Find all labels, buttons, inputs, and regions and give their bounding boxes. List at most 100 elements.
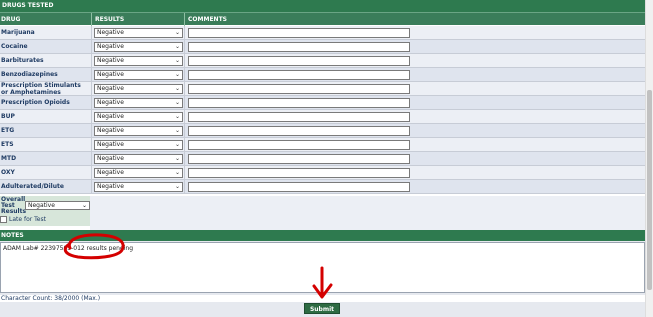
- result-select[interactable]: Negative ⌄: [94, 42, 183, 52]
- late-checkbox[interactable]: [0, 216, 7, 223]
- notes-text: ADAM Lab# 22397505-012 results pending: [3, 245, 134, 252]
- column-divider: [184, 82, 185, 96]
- chevron-down-icon: ⌄: [174, 43, 180, 50]
- result-select[interactable]: Negative ⌄: [94, 56, 183, 66]
- comment-input[interactable]: [188, 126, 410, 136]
- notes-textarea[interactable]: ADAM Lab# 22397505-012 results pending: [0, 242, 645, 293]
- column-divider: [91, 152, 92, 166]
- chevron-down-icon: ⌄: [174, 169, 180, 176]
- column-divider: [91, 96, 92, 110]
- section-title: DRUGS TESTED: [2, 2, 54, 9]
- column-divider: [91, 26, 92, 40]
- table-row: OXY Negative ⌄: [0, 166, 645, 180]
- column-divider: [91, 40, 92, 54]
- chevron-down-icon: ⌄: [174, 141, 180, 148]
- comment-input[interactable]: [188, 112, 410, 122]
- comment-input[interactable]: [188, 168, 410, 178]
- chevron-down-icon: ⌄: [81, 202, 87, 209]
- column-header-results: RESULTS: [95, 16, 125, 23]
- chevron-down-icon: ⌄: [174, 99, 180, 106]
- column-divider: [184, 54, 185, 68]
- table-row: Benzodiazepines Negative ⌄: [0, 68, 645, 82]
- result-select[interactable]: Negative ⌄: [94, 154, 183, 164]
- comment-input[interactable]: [188, 84, 410, 94]
- result-select[interactable]: Negative ⌄: [94, 182, 183, 192]
- drug-name: Barbiturates: [1, 57, 44, 64]
- table-header: DRUG RESULTS COMMENTS: [0, 12, 645, 26]
- table-row: Cocaine Negative ⌄: [0, 40, 645, 54]
- comment-input[interactable]: [188, 28, 410, 38]
- drug-name: ETS: [1, 141, 14, 148]
- chevron-down-icon: ⌄: [174, 71, 180, 78]
- overall-result-value: Negative: [28, 202, 55, 209]
- column-divider: [91, 138, 92, 152]
- chevron-down-icon: ⌄: [174, 127, 180, 134]
- result-select[interactable]: Negative ⌄: [94, 168, 183, 178]
- column-header-comments: COMMENTS: [188, 16, 227, 23]
- table-row: ETG Negative ⌄: [0, 124, 645, 138]
- scrollbar-thumb[interactable]: [647, 90, 652, 290]
- drug-name: OXY: [1, 169, 15, 176]
- overall-row-background: [90, 196, 645, 230]
- result-select[interactable]: Negative ⌄: [94, 126, 183, 136]
- column-divider: [184, 13, 185, 26]
- notes-title: NOTES: [1, 232, 24, 239]
- result-value: Negative: [97, 85, 124, 92]
- result-value: Negative: [97, 155, 124, 162]
- chevron-down-icon: ⌄: [174, 57, 180, 64]
- late-label: Late for Test: [9, 216, 46, 223]
- chevron-down-icon: ⌄: [174, 113, 180, 120]
- column-divider: [184, 40, 185, 54]
- column-divider: [184, 138, 185, 152]
- drug-name: Prescription Opioids: [1, 99, 70, 106]
- chevron-down-icon: ⌄: [174, 155, 180, 162]
- comment-input[interactable]: [188, 154, 410, 164]
- result-select[interactable]: Negative ⌄: [94, 84, 183, 94]
- result-select[interactable]: Negative ⌄: [94, 98, 183, 108]
- result-select[interactable]: Negative ⌄: [94, 28, 183, 38]
- drug-name: BUP: [1, 113, 15, 120]
- result-value: Negative: [97, 127, 124, 134]
- overall-result-select[interactable]: Negative ⌄: [25, 201, 90, 210]
- result-value: Negative: [97, 71, 124, 78]
- table-row: Prescription Opioids Negative ⌄: [0, 96, 645, 110]
- column-divider: [91, 110, 92, 124]
- table-row: BUP Negative ⌄: [0, 110, 645, 124]
- comment-input[interactable]: [188, 182, 410, 192]
- result-select[interactable]: Negative ⌄: [94, 112, 183, 122]
- table-row: MTD Negative ⌄: [0, 152, 645, 166]
- result-value: Negative: [97, 183, 124, 190]
- column-divider: [184, 26, 185, 40]
- comment-input[interactable]: [188, 70, 410, 80]
- column-divider: [91, 13, 92, 26]
- comment-input[interactable]: [188, 98, 410, 108]
- result-select[interactable]: Negative ⌄: [94, 70, 183, 80]
- drug-name: Prescription Stimulants or Amphetamines: [1, 82, 81, 96]
- result-value: Negative: [97, 57, 124, 64]
- comment-input[interactable]: [188, 42, 410, 52]
- column-divider: [91, 68, 92, 82]
- chevron-down-icon: ⌄: [174, 183, 180, 190]
- table-row: Barbiturates Negative ⌄: [0, 54, 645, 68]
- column-divider: [91, 54, 92, 68]
- drugs-tested-section-header: DRUGS TESTED: [0, 0, 645, 12]
- table-row: Prescription Stimulants or Amphetamines N…: [0, 82, 645, 96]
- drug-name: Adulterated/Dilute: [1, 183, 64, 190]
- comment-input[interactable]: [188, 56, 410, 66]
- late-for-test[interactable]: Late for Test: [0, 216, 60, 224]
- drug-name: MTD: [1, 155, 17, 162]
- result-value: Negative: [97, 43, 124, 50]
- chevron-down-icon: ⌄: [174, 29, 180, 36]
- result-value: Negative: [97, 29, 124, 36]
- column-divider: [184, 166, 185, 180]
- result-select[interactable]: Negative ⌄: [94, 140, 183, 150]
- submit-button[interactable]: Submit: [304, 303, 340, 314]
- comment-input[interactable]: [188, 140, 410, 150]
- drug-name: Cocaine: [1, 43, 28, 50]
- result-value: Negative: [97, 99, 124, 106]
- overall-label-line: Results: [1, 208, 27, 215]
- drug-name: Benzodiazepines: [1, 71, 58, 78]
- column-divider: [184, 124, 185, 138]
- chevron-down-icon: ⌄: [174, 85, 180, 92]
- table-row: Adulterated/Dilute Negative ⌄: [0, 180, 645, 194]
